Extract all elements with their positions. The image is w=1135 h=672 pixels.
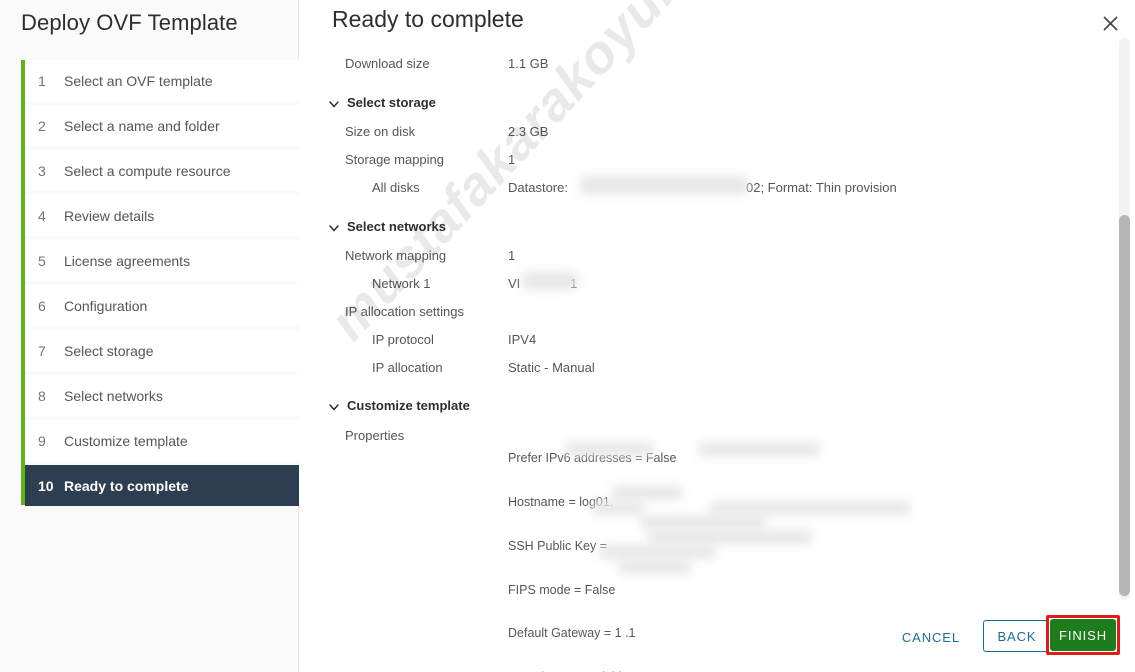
label-ip-allocation: IP allocation <box>372 360 443 375</box>
redaction-block-network-1 <box>522 272 578 289</box>
step-number: 6 <box>38 297 46 314</box>
summary-detail-list: Download size 1.1 GB Select storage Size… <box>300 40 1135 672</box>
redaction-block-hostname-b <box>698 442 820 456</box>
step-number: 9 <box>38 432 46 449</box>
back-button[interactable]: BACK <box>983 620 1051 652</box>
label-ip-allocation-settings: IP allocation settings <box>345 304 464 319</box>
label-download-size: Download size <box>345 56 430 71</box>
value-network-1-prefix: VI <box>508 276 521 291</box>
step-label: Review details <box>64 207 155 224</box>
value-ip-protocol: IPV4 <box>508 332 537 347</box>
section-customize-template[interactable]: Customize template <box>328 398 470 413</box>
section-label: Select storage <box>347 95 436 110</box>
step-number: 3 <box>38 162 46 179</box>
redaction-block-domain-name-b <box>710 501 910 515</box>
value-download-size: 1.1 GB <box>508 56 549 71</box>
chevron-down-icon <box>328 401 340 413</box>
step-label: Select a name and folder <box>64 117 220 134</box>
sidebar-step-1[interactable]: 1 Select an OVF template <box>25 60 299 105</box>
wizard-sidebar: Deploy OVF Template 1 Select an OVF temp… <box>0 0 299 672</box>
sidebar-step-10[interactable]: 10 Ready to complete <box>25 465 299 506</box>
step-label: Select a compute resource <box>64 162 231 179</box>
step-label: License agreements <box>64 252 191 269</box>
step-number: 8 <box>38 387 46 404</box>
step-label: Customize template <box>64 432 188 449</box>
sidebar-step-7[interactable]: 7 Select storage <box>25 330 299 375</box>
value-all-disks-suffix: 02; Format: Thin provision <box>746 180 897 195</box>
section-label: Customize template <box>347 398 470 413</box>
step-label: Ready to complete <box>64 477 189 494</box>
cancel-button[interactable]: CANCEL <box>892 624 970 651</box>
step-label: Select storage <box>64 342 154 359</box>
chevron-down-icon <box>328 98 340 110</box>
sidebar-step-4[interactable]: 4 Review details <box>25 195 299 240</box>
sidebar-step-2[interactable]: 2 Select a name and folder <box>25 105 299 150</box>
section-select-networks[interactable]: Select networks <box>328 219 446 234</box>
value-size-on-disk: 2.3 GB <box>508 124 549 139</box>
label-size-on-disk: Size on disk <box>345 124 416 139</box>
page-title: Ready to complete <box>332 6 524 32</box>
value-storage-mapping: 1 <box>508 152 516 167</box>
redaction-block-ip-address <box>600 545 716 559</box>
sidebar-step-3[interactable]: 3 Select a compute resource <box>25 150 299 195</box>
redaction-block-hostname-a <box>566 442 654 456</box>
step-number: 7 <box>38 342 46 359</box>
finish-button[interactable]: FINISH <box>1050 619 1116 651</box>
finish-button-highlight: FINISH <box>1046 615 1120 655</box>
label-network-1: Network 1 <box>372 276 431 291</box>
vertical-scrollbar-thumb[interactable] <box>1119 215 1130 596</box>
redaction-block-domain-name-a <box>592 501 644 515</box>
value-ip-allocation: Static - Manual <box>508 360 595 375</box>
value-all-disks-prefix: Datastore: <box>508 180 568 195</box>
sidebar-step-6[interactable]: 6 Configuration <box>25 285 299 330</box>
label-all-disks: All disks <box>372 180 420 195</box>
label-ip-protocol: IP protocol <box>372 332 434 347</box>
section-label: Select networks <box>347 219 446 234</box>
deploy-ovf-template-dialog: Deploy OVF Template 1 Select an OVF temp… <box>0 0 1135 672</box>
redaction-block-search-path <box>640 515 766 529</box>
wizard-title: Deploy OVF Template <box>21 10 238 35</box>
section-select-storage[interactable]: Select storage <box>328 95 436 110</box>
sidebar-step-8[interactable]: 8 Select networks <box>25 375 299 420</box>
redaction-block-netmask <box>618 560 690 574</box>
step-label: Select networks <box>64 387 163 404</box>
vertical-scrollbar-track[interactable] <box>1119 38 1130 600</box>
step-label: Select an OVF template <box>64 72 213 89</box>
main-pane: Ready to complete mustafakarakoyun.com D… <box>300 0 1135 672</box>
redaction-block-name-servers <box>648 530 812 544</box>
sidebar-step-5[interactable]: 5 License agreements <box>25 240 299 285</box>
chevron-down-icon <box>328 222 340 234</box>
step-number: 4 <box>38 207 46 224</box>
label-properties: Properties <box>345 428 405 443</box>
wizard-steps-list: 1 Select an OVF template 2 Select a name… <box>21 60 299 506</box>
property-line: FIPS mode = False <box>508 582 616 597</box>
redaction-block-datastore <box>580 176 748 194</box>
step-number: 5 <box>38 252 46 269</box>
close-icon[interactable] <box>1095 8 1125 38</box>
label-network-mapping: Network mapping <box>345 248 447 263</box>
step-number: 1 <box>38 72 46 89</box>
step-number: 2 <box>38 117 46 134</box>
label-storage-mapping: Storage mapping <box>345 152 445 167</box>
sidebar-step-9[interactable]: 9 Customize template <box>25 420 299 465</box>
step-label: Configuration <box>64 297 148 314</box>
value-network-mapping: 1 <box>508 248 516 263</box>
redaction-block-gateway <box>612 486 682 500</box>
step-number: 10 <box>38 477 54 494</box>
dialog-footer: CANCEL BACK FINISH <box>300 602 1135 672</box>
